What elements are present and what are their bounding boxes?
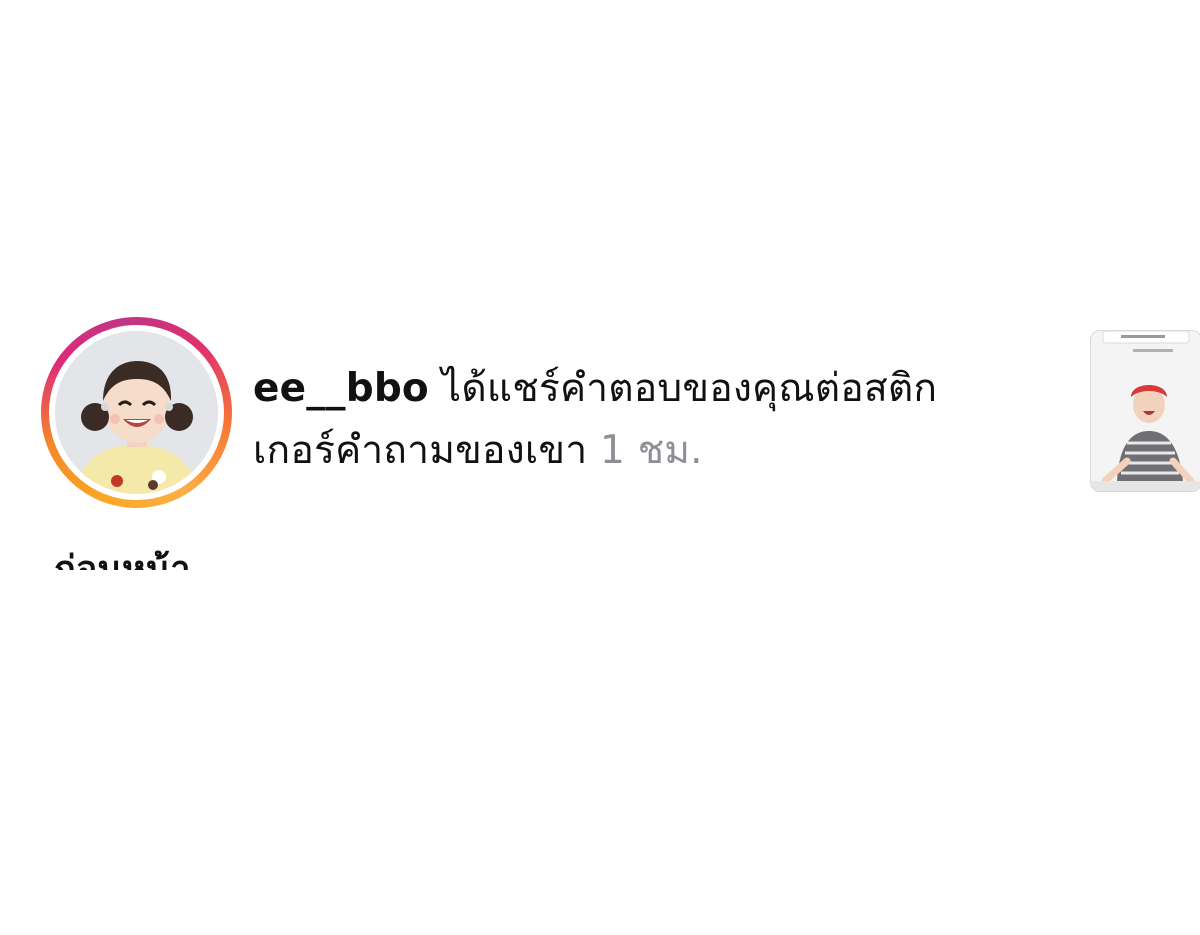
section-heading-text: ก่อนหน้านี้ [54, 549, 191, 570]
notification-message-1: ได้แชร์คำตอบของคุณต่อสติก [441, 366, 938, 411]
avatar [55, 331, 218, 494]
story-avatar-ring[interactable] [41, 317, 232, 508]
notification-line-2: เกอร์คำถามของเขา 1 ชม. [253, 420, 1053, 482]
timestamp: 1 ชม. [599, 428, 703, 473]
story-thumbnail[interactable] [1090, 330, 1200, 492]
section-heading: ก่อนหน้านี้ [54, 548, 214, 570]
avatar-gap [49, 325, 224, 500]
profile-photo-icon [55, 331, 218, 494]
notification-text: ee__bbo ได้แชร์คำตอบของคุณต่อสติก เกอร์ค… [253, 358, 1053, 482]
notification-row[interactable]: ee__bbo ได้แชร์คำตอบของคุณต่อสติก เกอร์ค… [0, 0, 1200, 935]
username-link[interactable]: ee__bbo [253, 366, 429, 411]
story-preview-image-icon [1091, 331, 1200, 491]
notification-message-2: เกอร์คำถามของเขา [253, 428, 588, 473]
notification-line-1: ee__bbo ได้แชร์คำตอบของคุณต่อสติก [253, 358, 1053, 420]
